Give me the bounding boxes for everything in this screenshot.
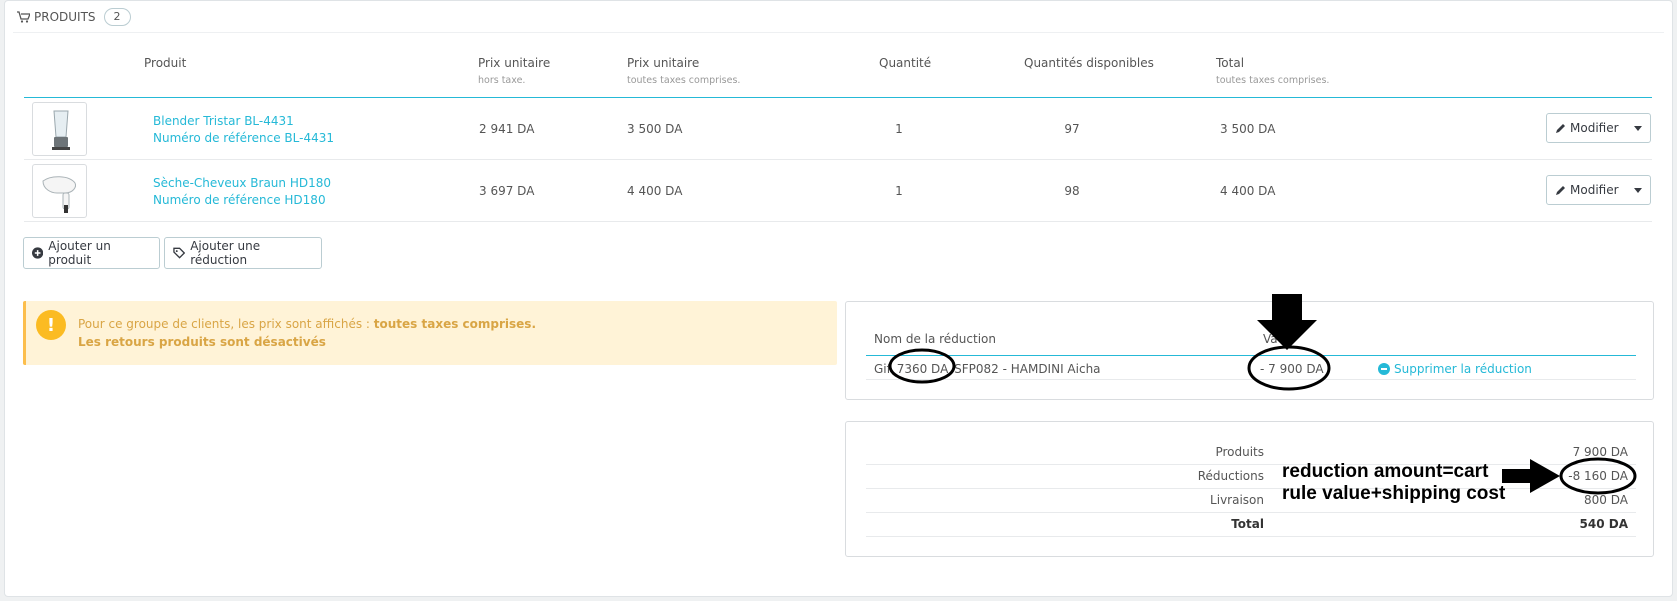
discount-name-header: Nom de la réduction [874, 332, 996, 346]
product-thumbnail[interactable] [32, 102, 87, 156]
plus-circle-icon [32, 247, 44, 259]
add-discount-button[interactable]: Ajouter une réduction [164, 237, 322, 269]
warning-icon: ! [36, 310, 66, 340]
price-excl: 2 941 DA [479, 122, 535, 136]
alert-line-2: Les retours produits sont désactivés [78, 335, 326, 349]
quantity: 1 [895, 122, 903, 136]
product-thumbnail[interactable] [32, 164, 87, 218]
discounts-box: Nom de la réduction Va Gif 7360 DA SFP08… [845, 301, 1654, 400]
chevron-down-icon[interactable] [1634, 188, 1642, 193]
header-unit-price-incl: Prix unitaire toutes taxes comprises. [627, 56, 741, 86]
panel-heading: PRODUITS 2 [17, 6, 131, 28]
quantity: 1 [895, 184, 903, 198]
stock: 98 [1064, 184, 1080, 198]
discount-header-divider [866, 355, 1636, 356]
row-total: 3 500 DA [1220, 122, 1276, 136]
panel-title: PRODUITS [34, 10, 96, 24]
alert-line-1: Pour ce groupe de clients, les prix sont… [78, 317, 536, 331]
chevron-down-icon[interactable] [1634, 126, 1642, 131]
header-product: Produit [144, 56, 187, 70]
minus-circle-icon [1378, 363, 1390, 375]
totals-box: Produits 7 900 DA Réductions -8 160 DA Liv… [845, 421, 1654, 557]
pencil-icon [1556, 185, 1565, 195]
annotation-text: reduction amount=cart rule value+shippin… [1282, 461, 1506, 504]
header-stock: Quantités disponibles [1024, 56, 1154, 70]
shopping-cart-icon [17, 11, 30, 23]
tag-icon [173, 247, 186, 259]
pencil-icon [1556, 123, 1565, 133]
row-total: 4 400 DA [1220, 184, 1276, 198]
header-quantity: Quantité [879, 56, 932, 70]
summary-row: Réductions -8 160 DA [866, 465, 1636, 489]
discount-row-divider [866, 379, 1636, 380]
discount-value-header: Va [1263, 332, 1278, 346]
stock: 97 [1064, 122, 1080, 136]
product-count-badge: 2 [103, 8, 131, 26]
summary-row: Produits 7 900 DA [866, 441, 1636, 465]
product-name-link[interactable]: Blender Tristar BL-4431 Numéro de référe… [153, 113, 334, 147]
price-incl: 4 400 DA [627, 184, 683, 198]
price-incl: 3 500 DA [627, 122, 683, 136]
header-total: Total toutes taxes comprises. [1216, 56, 1330, 86]
hair-dryer-icon [42, 176, 76, 213]
header-unit-price-excl: Prix unitaire hors taxe. [478, 56, 551, 86]
product-name-link[interactable]: Sèche-Cheveux Braun HD180 Numéro de réfé… [153, 175, 331, 209]
price-excl: 3 697 DA [479, 184, 535, 198]
table-row: Blender Tristar BL-4431 Numéro de référe… [24, 98, 1652, 160]
table-row: Sèche-Cheveux Braun HD180 Numéro de réfé… [24, 160, 1652, 222]
modify-button[interactable]: Modifier [1546, 113, 1651, 143]
discount-value: - 7 900 DA [1260, 362, 1324, 376]
modify-button[interactable]: Modifier [1546, 175, 1651, 205]
discount-name: Gif 7360 DA SFP082 - HAMDINI Aicha [874, 362, 1101, 376]
remove-discount-link[interactable]: Supprimer la réduction [1378, 362, 1532, 376]
heading-divider [13, 32, 1664, 33]
summary-row: Livraison 800 DA [866, 489, 1636, 513]
add-product-button[interactable]: Ajouter un produit [23, 237, 160, 269]
tax-info-alert: ! Pour ce groupe de clients, les prix so… [23, 301, 837, 365]
blender-icon [52, 110, 70, 150]
summary-total-row: Total 540 DA [866, 513, 1636, 537]
